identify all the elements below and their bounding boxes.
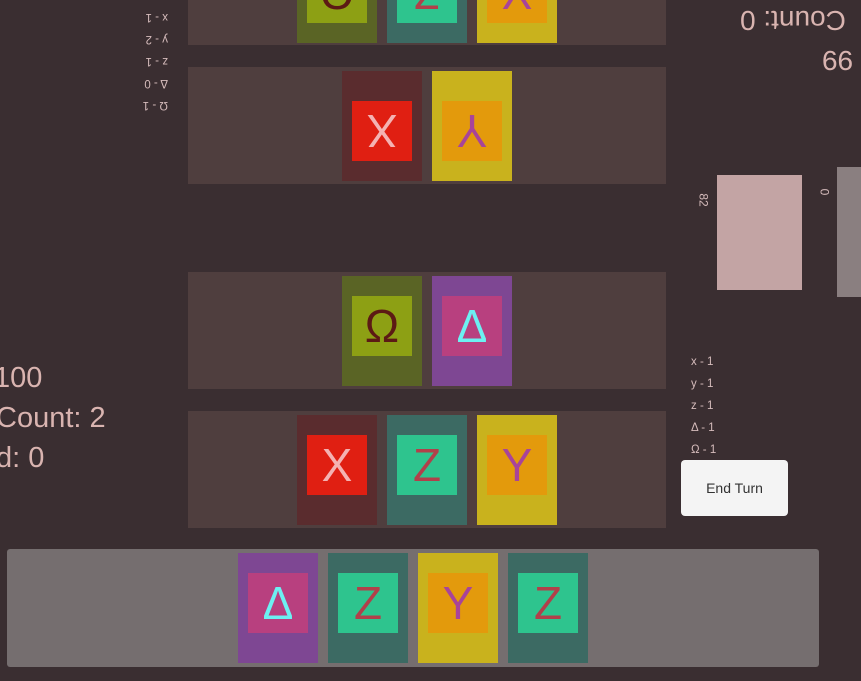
opponent-card-count: Count: 0 [740, 5, 846, 36]
player-count-z: z - 1 [691, 400, 714, 412]
card-symbol: Z [518, 573, 578, 633]
player-hand: Δ Z Y Z [7, 549, 819, 667]
card-y[interactable]: Y [477, 415, 557, 525]
player-count-delta: Δ - 1 [691, 422, 715, 434]
player-count-omega: Ω - 1 [691, 444, 717, 456]
card-y[interactable]: Y [477, 0, 557, 43]
opponent-deck-pile[interactable] [837, 167, 861, 297]
player-discard-count: d: 0 [0, 442, 45, 474]
player-back-lane: X Z Y [188, 411, 666, 528]
opponent-count-x: x - 1 [145, 11, 168, 23]
card-x[interactable]: X [297, 415, 377, 525]
player-deck-count: 82 [696, 193, 711, 207]
hand-card-delta[interactable]: Δ [238, 553, 318, 663]
player-deck-pile[interactable] [717, 175, 802, 290]
card-delta[interactable]: Δ [432, 276, 512, 386]
card-symbol: Ω [307, 0, 367, 23]
player-count-y: y - 1 [691, 378, 714, 390]
player-card-count: Count: 2 [0, 402, 106, 434]
card-symbol: Y [442, 101, 502, 161]
card-symbol: Y [487, 435, 547, 495]
card-x[interactable]: X [342, 71, 422, 181]
player-front-lane: Ω Δ [188, 272, 666, 389]
card-omega[interactable]: Ω [342, 276, 422, 386]
hand-card-z[interactable]: Z [328, 553, 408, 663]
player-count-x: x - 1 [691, 356, 714, 368]
card-symbol: Δ [248, 573, 308, 633]
card-symbol: X [352, 101, 412, 161]
player-symbol-counts: x - 1 y - 1 z - 1 Δ - 1 Ω - 1 [691, 351, 741, 461]
card-z[interactable]: Z [387, 0, 467, 43]
opponent-symbol-counts: Ω - 1 Δ - 0 z - 1 y - 2 x - 1 [128, 6, 168, 116]
opponent-count-delta: Δ - 0 [144, 77, 168, 89]
card-symbol: Ω [352, 296, 412, 356]
opponent-health: 99 [822, 45, 854, 76]
hand-card-y[interactable]: Y [418, 553, 498, 663]
opponent-deck-count: 0 [817, 188, 832, 196]
opponent-count-y: y - 2 [145, 33, 168, 45]
card-symbol: Z [397, 435, 457, 495]
hand-card-z[interactable]: Z [508, 553, 588, 663]
opponent-count-omega: Ω - 1 [142, 99, 168, 111]
player-health: 100 [0, 362, 43, 394]
card-symbol: X [307, 435, 367, 495]
opponent-count-z: z - 1 [145, 55, 168, 67]
opponent-back-lane: Ω Z Y [188, 0, 666, 45]
card-symbol: Y [428, 573, 488, 633]
card-symbol: Δ [442, 296, 502, 356]
opponent-front-lane: X Y [188, 67, 666, 184]
card-omega[interactable]: Ω [297, 0, 377, 43]
card-symbol: Y [487, 0, 547, 23]
end-turn-button[interactable]: End Turn [681, 460, 788, 516]
card-symbol: Z [397, 0, 457, 23]
card-z[interactable]: Z [387, 415, 467, 525]
card-y[interactable]: Y [432, 71, 512, 181]
card-symbol: Z [338, 573, 398, 633]
